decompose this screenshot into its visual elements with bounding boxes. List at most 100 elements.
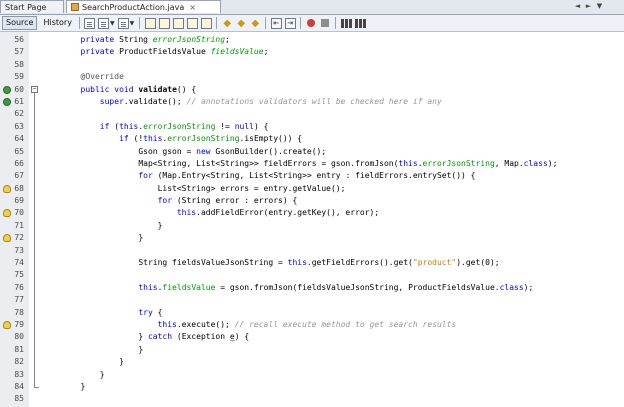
code-token: ; — [263, 47, 269, 57]
toolbar-separator — [335, 17, 337, 29]
code-line[interactable]: 70 this.addFieldError(entry.getKey(), er… — [0, 207, 624, 219]
code-text: } — [42, 232, 143, 244]
line-number: 73 — [14, 245, 24, 255]
comment-icon[interactable] — [340, 18, 352, 28]
code-line[interactable]: 67 for (Map.Entry<String, List<String>> … — [0, 170, 624, 182]
hint-bulb-icon[interactable] — [3, 320, 11, 329]
source-button[interactable]: Source — [2, 16, 38, 30]
code-line[interactable]: 61 super.validate(); // annotations vali… — [0, 96, 624, 108]
code-token: for — [138, 171, 153, 181]
tab-start-page[interactable]: Start Page — [0, 0, 64, 13]
code-line[interactable]: 84 } — [0, 381, 624, 393]
code-text: this.addFieldError(entry.getKey(), error… — [42, 207, 379, 219]
code-line[interactable]: 75 — [0, 269, 624, 281]
code-line[interactable]: 73 — [0, 245, 624, 257]
code-token: (String error : errors) { — [172, 196, 298, 206]
tab-search-product-action-label: SearchProductAction.java — [82, 2, 185, 12]
code-line[interactable]: 66 Map<String, List<String>> fieldErrors… — [0, 158, 624, 170]
code-text: super.validate(); // annotations validat… — [42, 96, 442, 108]
code-token: (Map.Entry<String, List<String>> entry :… — [152, 171, 476, 181]
find-previous-icon[interactable] — [158, 17, 170, 29]
toggle-rectangular-selection-icon[interactable] — [200, 17, 212, 29]
override-annotation-icon[interactable] — [3, 85, 11, 94]
code-token: errorJsonString — [152, 35, 226, 44]
find-next-icon[interactable] — [172, 17, 184, 29]
code-lines[interactable]: 56 private String errorJsonString; 57 pri… — [0, 34, 624, 406]
scroll-tabs-right-icon[interactable]: ► — [584, 1, 593, 11]
uncomment-icon[interactable] — [354, 18, 366, 28]
next-bookmark-icon[interactable]: ◆ — [250, 18, 261, 29]
code-line[interactable]: 77 — [0, 294, 624, 306]
code-line[interactable]: 82 } — [0, 356, 624, 368]
code-token: ( — [109, 121, 120, 131]
line-number: 59 — [14, 72, 24, 82]
toggle-highlight-icon[interactable] — [186, 17, 198, 29]
code-line[interactable]: 57 private ProductFieldsValue fieldsValu… — [0, 46, 624, 58]
toggle-bookmark-icon[interactable]: ◆ — [222, 18, 233, 29]
close-tab-icon[interactable]: × — [189, 1, 196, 14]
code-line[interactable]: 72 } — [0, 232, 624, 244]
hint-bulb-icon[interactable] — [3, 184, 11, 193]
stop-macro-icon[interactable] — [321, 19, 330, 27]
code-token: .isEmpty()) { — [239, 134, 303, 144]
scroll-tabs-left-icon[interactable]: ◄ — [573, 1, 582, 11]
code-editor[interactable]: 56 private String errorJsonString; 57 pri… — [0, 32, 624, 407]
code-token: String — [114, 35, 153, 44]
code-line[interactable]: 71 } — [0, 220, 624, 232]
record-macro-icon[interactable] — [307, 19, 316, 27]
toolbar-separator — [78, 17, 80, 29]
fold-toggle-icon[interactable]: − — [31, 85, 38, 93]
toolbar-separator — [139, 17, 141, 29]
code-line[interactable]: 60− public void validate() { — [0, 84, 624, 96]
show-opened-documents-icon[interactable]: ▼ — [595, 1, 604, 11]
code-line[interactable]: 56 private String errorJsonString; — [0, 34, 624, 46]
code-line[interactable]: 79 this.execute(); // recall execute met… — [0, 319, 624, 331]
find-selection-icon[interactable] — [144, 17, 156, 29]
code-token: class — [499, 282, 524, 292]
code-line[interactable]: 83 } — [0, 369, 624, 381]
forward-dropdown-icon[interactable]: ▼ — [130, 20, 135, 27]
code-line[interactable]: 69 for (String error : errors) { — [0, 195, 624, 207]
line-number: 81 — [14, 344, 24, 354]
code-token: , Map. — [494, 158, 524, 168]
code-line[interactable]: 78 try { — [0, 307, 624, 319]
tab-search-product-action[interactable]: SearchProductAction.java × — [66, 0, 221, 13]
shift-left-icon[interactable]: ⇤ — [270, 17, 282, 29]
shift-right-icon[interactable]: ⇥ — [284, 17, 296, 29]
code-token: catch — [147, 332, 173, 342]
java-file-icon — [71, 3, 79, 11]
back-dropdown-icon[interactable]: ▼ — [110, 20, 115, 27]
history-button[interactable]: History — [39, 16, 75, 30]
hint-bulb-icon[interactable] — [3, 234, 11, 243]
code-line[interactable]: 68 List<String> errors = entry.getValue(… — [0, 183, 624, 195]
code-line[interactable]: 58 — [0, 59, 624, 71]
previous-bookmark-icon[interactable]: ◆ — [236, 18, 247, 29]
toolbar-separator — [216, 17, 218, 29]
code-line[interactable]: 80 } catch (Exception e) { — [0, 331, 624, 343]
code-line[interactable]: 62 — [0, 108, 624, 120]
code-line[interactable]: 65 Gson gson = new GsonBuilder().create(… — [0, 146, 624, 158]
code-line[interactable]: 76 this.fieldsValue = gson.fromJson(fiel… — [0, 282, 624, 294]
hint-bulb-icon[interactable] — [3, 209, 11, 218]
code-line[interactable]: 59 @Override — [0, 71, 624, 83]
last-edit-icon[interactable] — [84, 17, 96, 29]
forward-icon[interactable] — [118, 17, 130, 29]
code-line[interactable]: 81 } — [0, 344, 624, 356]
code-line[interactable]: 85 — [0, 393, 624, 405]
override-annotation-icon[interactable] — [3, 97, 11, 106]
line-number: 75 — [14, 270, 24, 280]
line-number: 56 — [14, 35, 24, 44]
code-text: } catch (Exception e) { — [42, 331, 249, 343]
code-token: Gson gson = — [138, 146, 197, 156]
back-icon[interactable] — [98, 17, 110, 29]
code-line[interactable]: 63 if (this.errorJsonString != null) { — [0, 121, 624, 133]
code-line[interactable]: 64 if (!this.errorJsonString.isEmpty()) … — [0, 133, 624, 145]
code-line[interactable]: 74 String fieldsValueJsonString = this.g… — [0, 257, 624, 269]
